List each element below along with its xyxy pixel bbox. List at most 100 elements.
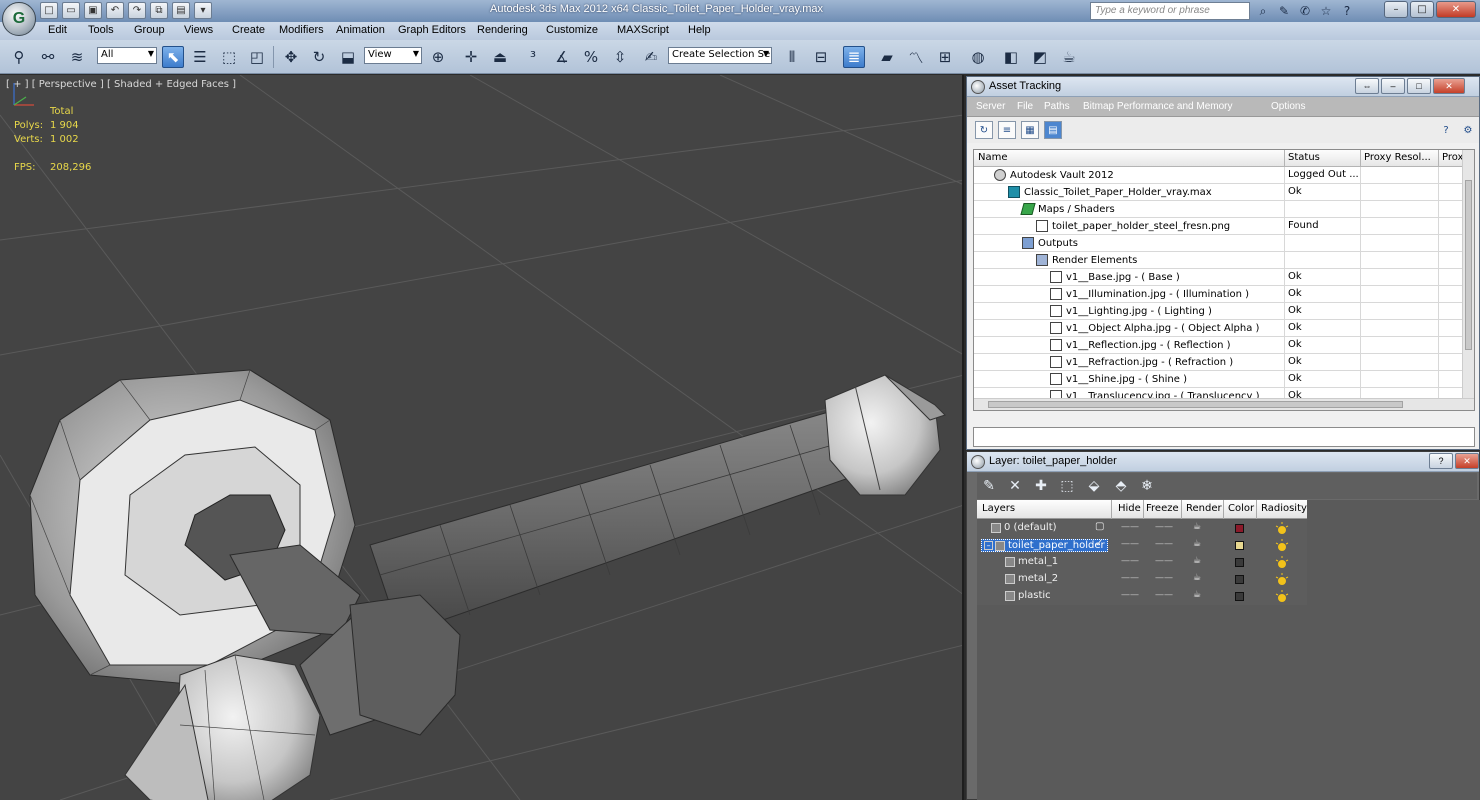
layer-name[interactable]: metal_1 <box>1005 556 1058 567</box>
menu-group[interactable]: Group <box>134 24 165 36</box>
layer-manager-title-bar[interactable]: Layer: toilet_paper_holder ? ✕ <box>967 452 1479 472</box>
asset-row[interactable]: Autodesk Vault 2012 Logged Out ... <box>974 167 1474 184</box>
communication-icon[interactable]: ✆ <box>1296 2 1314 20</box>
radiosity-icon[interactable] <box>1275 538 1289 552</box>
dock-icon[interactable]: ⇔ <box>1355 78 1379 94</box>
mirror-icon[interactable]: ⫴ <box>781 46 803 68</box>
layer-manager-icon[interactable]: ≣ <box>843 46 865 68</box>
column-color[interactable]: Color <box>1228 503 1254 514</box>
keyboard-shortcut-icon[interactable]: ⏏ <box>489 46 511 68</box>
asset-row[interactable]: v1__Refraction.jpg - ( Refraction ) Ok <box>974 354 1474 371</box>
list-view-icon[interactable]: ≡ <box>998 121 1016 139</box>
select-in-layer-icon[interactable]: ⬚ <box>1057 476 1077 496</box>
asset-row[interactable]: Outputs <box>974 235 1474 252</box>
scroll-thumb[interactable] <box>1465 180 1472 350</box>
app-logo-icon[interactable]: G <box>2 2 36 36</box>
layer-row[interactable]: metal_2 —— —— ☕ <box>977 571 1307 588</box>
layer-row[interactable]: 0 (default) ▢ —— —— ☕ <box>977 520 1307 537</box>
panel-maximize-button[interactable]: □ <box>1407 78 1431 94</box>
asset-row[interactable]: Render Elements <box>974 252 1474 269</box>
asset-menu-options[interactable]: Options <box>1271 101 1305 112</box>
undo-icon[interactable]: ↶ <box>106 2 124 19</box>
perspective-viewport[interactable]: [ + ] [ Perspective ] [ Shaded + Edged F… <box>0 75 964 800</box>
radiosity-icon[interactable] <box>1275 589 1289 603</box>
menu-animation[interactable]: Animation <box>336 24 385 36</box>
layer-color-swatch[interactable] <box>1235 575 1244 584</box>
delete-layer-icon[interactable]: ✕ <box>1005 476 1025 496</box>
open-file-icon[interactable]: ▭ <box>62 2 80 19</box>
layer-close-button[interactable]: ✕ <box>1455 453 1479 469</box>
maximize-button[interactable]: □ <box>1410 1 1434 18</box>
column-freeze[interactable]: Freeze <box>1146 503 1179 514</box>
asset-tracking-title-bar[interactable]: Asset Tracking ⇔ – □ ✕ <box>967 77 1479 97</box>
spinner-snap-icon[interactable]: ⇳ <box>609 46 631 68</box>
asset-menu-server[interactable]: Server <box>976 101 1005 112</box>
freeze-toggle-icon[interactable]: —— <box>1155 522 1173 532</box>
scroll-thumb[interactable] <box>988 401 1403 408</box>
render-toggle-icon[interactable]: ☕ <box>1193 556 1201 566</box>
radiosity-icon[interactable] <box>1275 572 1289 586</box>
named-selection-dropdown[interactable]: Create Selection Se ▼ <box>668 47 772 64</box>
menu-maxscript[interactable]: MAXScript <box>617 24 669 36</box>
new-file-icon[interactable]: □ <box>40 2 58 19</box>
save-file-icon[interactable]: ▣ <box>84 2 102 19</box>
current-layer-check-icon[interactable]: ✓ <box>1095 539 1105 549</box>
edit-named-selection-icon[interactable]: ✍ <box>640 46 662 68</box>
layer-help-button[interactable]: ? <box>1429 453 1453 469</box>
menu-tools[interactable]: Tools <box>88 24 114 36</box>
render-toggle-icon[interactable]: ☕ <box>1193 522 1201 532</box>
unlink-selection-icon[interactable]: ⚯ <box>37 46 59 68</box>
menu-edit[interactable]: Edit <box>48 24 67 36</box>
pivot-center-icon[interactable]: ⊕ <box>427 46 449 68</box>
layer-color-swatch[interactable] <box>1235 524 1244 533</box>
curve-editor-icon[interactable]: 〽 <box>905 46 927 68</box>
layer-name[interactable]: 0 (default) <box>991 522 1057 533</box>
asset-row[interactable]: v1__Illumination.jpg - ( Illumination ) O… <box>974 286 1474 303</box>
thumbnail-view-icon[interactable]: ▦ <box>1021 121 1039 139</box>
close-button[interactable]: ✕ <box>1436 1 1476 18</box>
layer-row[interactable]: – toilet_paper_holder ✓ —— —— ☕ <box>977 537 1307 554</box>
column-name[interactable]: Name <box>974 152 1284 163</box>
menu-help[interactable]: Help <box>688 24 711 36</box>
radiosity-icon[interactable] <box>1275 521 1289 535</box>
render-production-icon[interactable]: ☕ <box>1058 46 1080 68</box>
current-layer-box-icon[interactable]: ▢ <box>1095 522 1105 532</box>
snaps-toggle-icon[interactable]: ³ <box>522 46 544 68</box>
menu-rendering[interactable]: Rendering <box>477 24 528 36</box>
window-crossing-icon[interactable]: ◰ <box>246 46 268 68</box>
menu-graph-editors[interactable]: Graph Editors <box>398 24 466 36</box>
workspace-icon[interactable]: ▤ <box>172 2 190 19</box>
menu-customize[interactable]: Customize <box>546 24 598 36</box>
column-hide[interactable]: Hide <box>1118 503 1141 514</box>
column-proxy-resolution[interactable]: Proxy Resol... <box>1360 152 1438 163</box>
freeze-toggle-icon[interactable]: —— <box>1155 590 1173 600</box>
rectangular-selection-icon[interactable]: ⬚ <box>218 46 240 68</box>
hide-unhide-layers-icon[interactable]: ⬘ <box>1111 476 1131 496</box>
redo-icon[interactable]: ↷ <box>128 2 146 19</box>
layer-row[interactable]: metal_1 —— —— ☕ <box>977 554 1307 571</box>
asset-vertical-scrollbar[interactable] <box>1462 150 1474 400</box>
render-setup-icon[interactable]: ◧ <box>1000 46 1022 68</box>
freeze-toggle-icon[interactable]: —— <box>1155 573 1173 583</box>
asset-path-field[interactable] <box>973 427 1475 447</box>
angle-snap-icon[interactable]: ∡ <box>551 46 573 68</box>
asset-row[interactable]: v1__Lighting.jpg - ( Lighting ) Ok <box>974 303 1474 320</box>
hide-toggle-icon[interactable]: —— <box>1121 522 1139 532</box>
schematic-view-icon[interactable]: ⊞ <box>934 46 956 68</box>
hide-toggle-icon[interactable]: —— <box>1121 556 1139 566</box>
refresh-icon[interactable]: ↻ <box>975 121 993 139</box>
highlight-layer-icon[interactable]: ⬙ <box>1084 476 1104 496</box>
asset-row[interactable]: Maps / Shaders <box>974 201 1474 218</box>
viewport-label[interactable]: [ + ] [ Perspective ] [ Shaded + Edged F… <box>6 79 236 90</box>
asset-row[interactable]: toilet_paper_holder_steel_fresn.png Found <box>974 218 1474 235</box>
reference-coordinate-dropdown[interactable]: View ▼ <box>364 47 422 64</box>
binoculars-icon[interactable]: ⌕ <box>1254 2 1272 20</box>
rendered-frame-window-icon[interactable]: ◩ <box>1029 46 1051 68</box>
select-manipulate-icon[interactable]: ✛ <box>460 46 482 68</box>
table-view-icon[interactable]: ▤ <box>1044 121 1062 139</box>
menu-views[interactable]: Views <box>184 24 213 36</box>
menu-create[interactable]: Create <box>232 24 265 36</box>
server-help-icon[interactable]: ⚙ <box>1459 121 1477 139</box>
layer-name[interactable]: – toilet_paper_holder <box>981 539 1108 552</box>
asset-row[interactable]: v1__Object Alpha.jpg - ( Object Alpha ) O… <box>974 320 1474 337</box>
